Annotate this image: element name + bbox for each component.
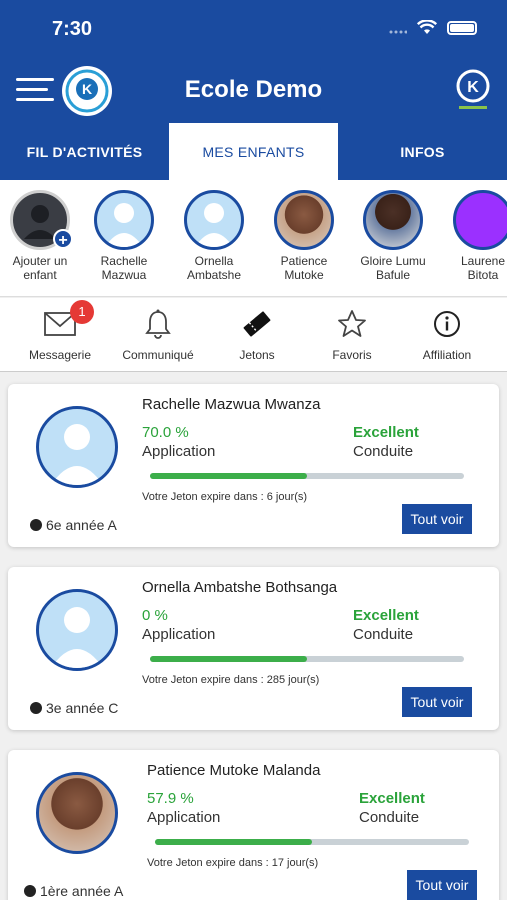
plus-icon: + [53, 229, 73, 249]
child-item-gloire[interactable]: Gloire Lumu Bafule [348, 190, 438, 282]
application-label: Application [147, 809, 221, 826]
shortcut-label: Favoris [332, 348, 372, 362]
token-expiry: Votre Jeton expire dans : 6 jour(s) [142, 491, 308, 503]
page-title: Ecole Demo [184, 76, 323, 103]
child-name: Rachelle Mazwua Mwanza [142, 396, 321, 413]
unread-badge: 1 [70, 300, 94, 324]
class-label: 1ère année A [24, 883, 123, 899]
application-percent: 57.9 % [147, 790, 194, 807]
affiliation-button[interactable]: Affiliation [397, 308, 497, 362]
child-label: Ornella [194, 254, 234, 268]
token-expiry: Votre Jeton expire dans : 17 jour(s) [147, 857, 319, 869]
svg-text:K: K [467, 79, 479, 96]
children-carousel: + Ajouter un enfant Rachelle Mazwua Ornell… [0, 180, 507, 297]
child-label: Mazwua [101, 268, 147, 282]
child-label: Ajouter un [12, 254, 68, 268]
add-child-avatar: + [10, 190, 73, 250]
child-card[interactable]: Ornella Ambatshe Bothsanga 0 % Applicati… [8, 567, 499, 730]
application-percent: 70.0 % [142, 424, 189, 441]
tab-infos[interactable]: INFOS [338, 123, 507, 180]
child-avatar [453, 190, 507, 250]
status-icons [389, 20, 477, 35]
child-label: Rachelle [100, 254, 148, 268]
child-label: Bafule [375, 268, 411, 282]
conduct-label: Conduite [353, 443, 414, 460]
application-label: Application [142, 626, 216, 643]
shortcut-bar: 1 Messagerie Communiqué Jetons Favoris A… [0, 298, 507, 372]
class-name: 1ère année A [40, 883, 124, 899]
application-label: Application [142, 443, 216, 460]
progress-bar [150, 656, 464, 662]
shortcut-label: Affiliation [422, 348, 472, 362]
messagerie-button[interactable]: 1 Messagerie [10, 300, 110, 362]
conduct-grade: Excellent [353, 607, 419, 624]
jetons-button[interactable]: Jetons [207, 308, 307, 362]
view-all-button[interactable]: Tout voir [407, 870, 477, 900]
shortcut-label: Communiqué [122, 348, 194, 362]
progress-fill [150, 473, 307, 479]
child-label: Patience [280, 254, 328, 268]
child-item-rachelle[interactable]: Rachelle Mazwua [79, 190, 169, 282]
wifi-icon [417, 20, 437, 34]
info-icon [434, 311, 460, 337]
child-photo [363, 190, 423, 250]
view-all-button[interactable]: Tout voir [402, 504, 472, 534]
tab-fil-activites[interactable]: FIL D'ACTIVITÉS [0, 123, 169, 180]
token-expiry: Votre Jeton expire dans : 285 jour(s) [142, 674, 320, 686]
child-name: Patience Mutoke Malanda [147, 762, 321, 779]
child-label: Ambatshe [186, 268, 242, 282]
conduct-grade: Excellent [353, 424, 419, 441]
signal-icon [389, 30, 407, 33]
class-label: 3e année C [30, 700, 118, 716]
app-header: 7:30 K Ecole Demo K FIL D'ACTIVITÉS MES … [0, 0, 507, 180]
star-icon [338, 310, 366, 337]
child-avatar [184, 190, 244, 250]
child-label: enfant [23, 268, 57, 282]
application-percent: 0 % [142, 607, 168, 624]
shortcut-label: Jetons [239, 348, 275, 362]
tab-bar: FIL D'ACTIVITÉS MES ENFANTS INFOS [0, 123, 507, 180]
child-label: Bitota [467, 268, 499, 282]
battery-icon [447, 20, 477, 35]
child-name: Ornella Ambatshe Bothsanga [142, 579, 338, 596]
status-time: 7:30 [52, 18, 93, 40]
child-photo [36, 772, 118, 854]
class-label: 6e année A [30, 517, 117, 533]
conduct-label: Conduite [353, 626, 414, 643]
favoris-button[interactable]: Favoris [302, 308, 402, 362]
child-avatar [36, 589, 118, 671]
ticket-icon [243, 311, 271, 337]
communique-button[interactable]: Communiqué [108, 308, 208, 362]
conduct-label: Conduite [359, 809, 420, 826]
child-label: Laurene [460, 254, 506, 268]
child-avatar [36, 406, 118, 488]
shortcut-label: Messagerie [28, 348, 92, 362]
child-card[interactable]: Patience Mutoke Malanda 57.9 % Applicati… [8, 750, 499, 900]
child-item-patience[interactable]: Patience Mutoke [259, 190, 349, 282]
progress-bar [155, 839, 469, 845]
child-label: Gloire Lumu [360, 254, 426, 268]
view-all-button[interactable]: Tout voir [402, 687, 472, 717]
bell-icon [145, 309, 171, 339]
child-label: Mutoke [284, 268, 324, 282]
class-dot-icon [24, 885, 36, 897]
child-photo [274, 190, 334, 250]
class-name: 6e année A [46, 517, 117, 533]
child-avatar [94, 190, 154, 250]
class-dot-icon [30, 519, 42, 531]
tab-mes-enfants[interactable]: MES ENFANTS [169, 123, 338, 180]
add-child-button[interactable]: + Ajouter un enfant [0, 190, 85, 282]
progress-bar [150, 473, 464, 479]
progress-fill [155, 839, 312, 845]
child-card[interactable]: Rachelle Mazwua Mwanza 70.0 % Applicatio… [8, 384, 499, 547]
conduct-grade: Excellent [359, 790, 425, 807]
progress-fill [150, 656, 307, 662]
class-dot-icon [30, 702, 42, 714]
child-item-laurene[interactable]: Laurene Bitota [438, 190, 507, 282]
app-logo[interactable]: K [453, 68, 493, 112]
child-item-ornella[interactable]: Ornella Ambatshe [169, 190, 259, 282]
class-name: 3e année C [46, 700, 119, 716]
